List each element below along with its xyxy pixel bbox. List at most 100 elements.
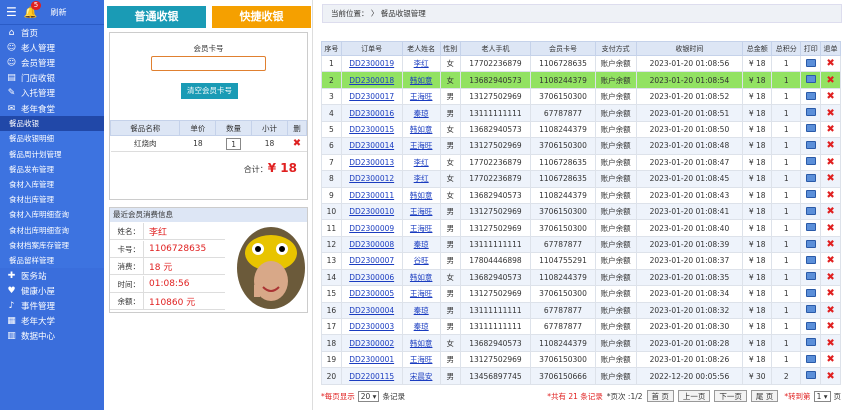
sidebar-item[interactable]: ☺ 会员管理 [0, 55, 104, 70]
bell-icon[interactable]: 🔔 5 [24, 0, 42, 19]
elder-link[interactable]: 王海旺 [410, 289, 433, 298]
page-size-select[interactable]: 20 ▾ [357, 390, 380, 402]
order-link[interactable]: DD2300007 [349, 256, 394, 265]
sidebar-subitem[interactable]: 食材入库明细查询 [0, 207, 104, 223]
sidebar-subitem[interactable]: 食材档案库存管理 [0, 237, 104, 253]
elder-link[interactable]: 韩如意 [410, 76, 433, 85]
elder-link[interactable]: 秦琼 [414, 240, 429, 249]
table-row[interactable]: 20 DD2200115 宋晨安男 13456897745 3706150666 账户余额… [321, 367, 841, 385]
refund-icon[interactable]: ✖ [826, 206, 834, 217]
refund-icon[interactable]: ✖ [826, 108, 834, 119]
print-icon[interactable] [805, 272, 816, 281]
print-icon[interactable] [805, 239, 816, 248]
refund-icon[interactable]: ✖ [826, 223, 834, 234]
first-page-button[interactable]: 首 页 [646, 390, 674, 402]
elder-link[interactable]: 谷旺 [414, 256, 429, 265]
refund-icon[interactable]: ✖ [826, 371, 834, 382]
refund-icon[interactable]: ✖ [826, 321, 834, 332]
refund-icon[interactable]: ✖ [826, 190, 834, 201]
table-row[interactable]: 4 DD2300016 秦琼 男 13111111111 67787877 账户余额 2023… [321, 104, 841, 122]
refund-icon[interactable]: ✖ [826, 173, 834, 184]
order-link[interactable]: DD2300008 [349, 240, 394, 249]
elder-link[interactable]: 李红 [414, 158, 429, 167]
print-icon[interactable] [805, 255, 816, 264]
order-link[interactable]: DD2300014 [349, 141, 394, 150]
order-link[interactable]: DD2300013 [349, 158, 394, 167]
sidebar-subitem[interactable]: 餐品收银 [0, 116, 104, 132]
table-row[interactable]: 15 DD2300005 王海旺男 13127502969 3706150300 账户余额… [321, 285, 841, 303]
print-icon[interactable] [805, 190, 816, 199]
sidebar-item[interactable]: ☺ 老人管理 [0, 40, 104, 55]
order-link[interactable]: DD2300011 [349, 191, 394, 200]
order-link[interactable]: DD2300002 [349, 339, 394, 348]
normal-checkout-button[interactable]: 普通收银 [107, 6, 206, 28]
order-link[interactable]: DD2300005 [349, 289, 394, 298]
table-row[interactable]: 5 DD2300015 韩如意女 13682940573 1108244379 账户余额 2… [321, 120, 841, 139]
elder-link[interactable]: 韩如意 [410, 273, 433, 282]
table-row[interactable]: 12 DD2300008 秦琼 男 13111111111 67787877 账户余额 202… [321, 235, 841, 254]
order-link[interactable]: DD2300018 [349, 76, 394, 85]
table-row[interactable]: 18 DD2300002 韩如意女 13682940573 1108244379 账户余额… [321, 334, 841, 352]
elder-link[interactable]: 韩如意 [410, 191, 433, 200]
sidebar-subitem[interactable]: 食材出库明细查询 [0, 222, 104, 238]
elder-link[interactable]: 王海旺 [410, 355, 433, 364]
sidebar-subitem[interactable]: 餐品留样管理 [0, 252, 104, 268]
refund-icon[interactable]: ✖ [826, 354, 834, 365]
elder-link[interactable]: 李红 [414, 59, 429, 68]
sidebar-item[interactable]: ⌂ 首页 [0, 25, 104, 40]
refund-icon[interactable]: ✖ [826, 140, 834, 151]
elder-link[interactable]: 秦琼 [414, 322, 429, 331]
refund-icon[interactable]: ✖ [826, 75, 834, 86]
table-row[interactable]: 8 DD2300012 李红 女 17702236879 1106728635 账户余额 20… [321, 170, 841, 188]
refund-icon[interactable]: ✖ [826, 124, 834, 135]
sidebar-subitem[interactable]: 食材入库管理 [0, 176, 104, 193]
refund-icon[interactable]: ✖ [826, 338, 834, 349]
print-icon[interactable] [805, 91, 816, 100]
print-icon[interactable] [805, 140, 816, 149]
elder-link[interactable]: 王海旺 [410, 224, 433, 233]
order-link[interactable]: DD2300015 [349, 125, 394, 134]
table-row[interactable]: 9 DD2300011 韩如意女 13682940573 1108244379 账户余额 2… [321, 186, 841, 204]
refund-icon[interactable]: ✖ [826, 255, 834, 266]
order-link[interactable]: DD2300010 [349, 207, 394, 216]
sidebar-subitem[interactable]: 餐品周计划管理 [0, 146, 104, 162]
table-row[interactable]: 1 DD2300019 李红 女 17702236879 1106728635 账户余额 20… [321, 54, 841, 73]
refund-icon[interactable]: ✖ [826, 157, 834, 168]
print-icon[interactable] [805, 305, 816, 314]
print-icon[interactable] [805, 371, 816, 380]
elder-link[interactable]: 宋晨安 [410, 372, 433, 381]
elder-link[interactable]: 王海旺 [410, 141, 433, 150]
refresh-button[interactable]: 刷新 [50, 7, 66, 18]
elder-link[interactable]: 李红 [414, 174, 429, 183]
table-row[interactable]: 2 DD2300018 韩如意女 13682940573 1108244379 账户余额 2… [321, 71, 841, 89]
order-link[interactable]: DD2300019 [349, 59, 394, 68]
table-row[interactable]: 14 DD2300006 韩如意女 13682940573 1108244379 账户余额… [321, 268, 841, 287]
print-icon[interactable] [805, 223, 816, 232]
elder-link[interactable]: 韩如意 [410, 339, 433, 348]
refund-icon[interactable]: ✖ [826, 305, 834, 316]
refund-icon[interactable]: ✖ [826, 91, 834, 102]
elder-link[interactable]: 王海旺 [410, 207, 433, 216]
quick-checkout-button[interactable]: 快捷收银 [212, 6, 311, 28]
order-link[interactable]: DD2300009 [349, 224, 394, 233]
sidebar-subitem[interactable]: 餐品收银明细 [0, 131, 104, 147]
sidebar-item[interactable]: ✚ 医务站 [0, 268, 104, 283]
sidebar-item[interactable]: ▦ 老年大学 [0, 314, 104, 329]
table-row[interactable]: 16 DD2300004 秦琼 男 13111111111 67787877 账户余额 202… [321, 301, 841, 320]
refund-icon[interactable]: ✖ [826, 272, 834, 283]
print-icon[interactable] [805, 321, 816, 330]
table-row[interactable]: 19 DD2300001 王海旺男 13127502969 3706150300 账户余额… [321, 350, 841, 369]
last-page-button[interactable]: 尾 页 [750, 390, 779, 402]
print-icon[interactable] [805, 206, 816, 215]
table-row[interactable]: 3 DD2300017 王海旺男 13127502969 3706150300 账户余额 2… [321, 87, 841, 106]
order-link[interactable]: DD2200115 [349, 372, 394, 381]
print-icon[interactable] [805, 338, 816, 347]
table-row[interactable]: 10 DD2300010 王海旺男 13127502969 3706150300 账户余额… [321, 202, 841, 221]
order-link[interactable]: DD2300016 [349, 109, 394, 118]
order-link[interactable]: DD2300006 [349, 273, 394, 282]
sidebar-item[interactable]: ▥ 数据中心 [0, 329, 104, 344]
sidebar-item[interactable]: ✉ 老年食堂 [0, 101, 104, 116]
elder-link[interactable]: 秦琼 [414, 109, 429, 118]
prev-page-button[interactable]: 上一页 [677, 390, 711, 402]
table-row[interactable]: 13 DD2300007 谷旺 男 17804446898 1104755291 账户余额 2… [321, 252, 841, 270]
